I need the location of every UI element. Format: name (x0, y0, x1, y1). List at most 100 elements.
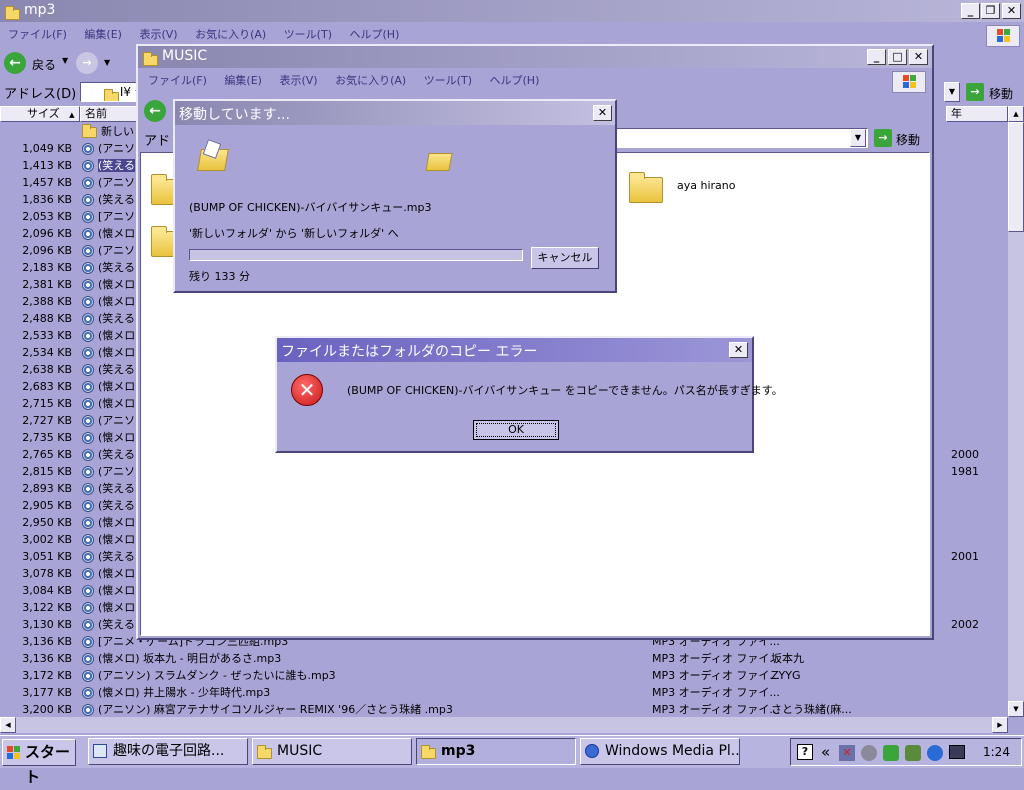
table-row[interactable]: 3,200 KB (アニソン) 麻宮アテナサイコソルジャー REMIX '96／さ… (0, 701, 1008, 718)
network-disabled-icon[interactable]: ✕ (839, 745, 855, 761)
progress-bar (189, 249, 523, 261)
row-size: 2,534 KB (22, 346, 72, 359)
shield-icon[interactable] (927, 745, 943, 761)
restore-button[interactable]: ❐ (981, 3, 1000, 19)
row-name-text: (懐メロ (98, 278, 136, 291)
chevron-down-icon[interactable]: ▼ (104, 58, 110, 67)
forward-button[interactable]: → (76, 52, 98, 74)
minimize-button[interactable]: _ (867, 49, 886, 65)
task-item-mp3[interactable]: mp3 (416, 738, 576, 765)
column-header-size[interactable]: サイズ ▲ (0, 106, 80, 122)
cancel-button[interactable]: キャンセル (531, 247, 599, 269)
vertical-scrollbar[interactable]: ▲ ▼ (1008, 106, 1024, 717)
task-item-music[interactable]: MUSIC (252, 738, 412, 765)
row-name: (懐メロ (82, 565, 135, 582)
go-button[interactable]: → 移動 (964, 81, 1022, 103)
menu-view[interactable]: 表示(V) (279, 74, 317, 87)
table-row[interactable]: 3,177 KB (懐メロ) 井上陽水 - 少年時代.mp3 MP3 オーディオ フ… (0, 684, 1008, 701)
audio-file-icon (82, 262, 94, 274)
column-header-name[interactable]: 名前 (80, 106, 140, 122)
menu-help[interactable]: ヘルプ(H) (350, 28, 400, 41)
row-name-text: (アニソン) スラムダンク - ぜったいに誰も.mp3 (98, 669, 336, 682)
chevron-down-icon: ▼ (62, 56, 69, 65)
row-name: (懐メロ (82, 276, 135, 293)
row-name-text: (笑える (98, 193, 135, 206)
audio-file-icon (82, 432, 94, 444)
scroll-right-button[interactable]: ▶ (992, 717, 1008, 733)
menu-file[interactable]: ファイル(F) (148, 74, 207, 87)
row-size: 2,488 KB (22, 312, 72, 325)
row-name: (懐メロ) 井上陽水 - 少年時代.mp3 (82, 684, 270, 701)
menu-file[interactable]: ファイル(F) (8, 28, 67, 41)
scroll-left-button[interactable]: ◀ (0, 717, 16, 733)
menu-help[interactable]: ヘルプ(H) (490, 74, 540, 87)
close-button[interactable]: ✕ (909, 49, 928, 65)
mp3-titlebar[interactable]: mp3 _ ❐ ✕ (0, 0, 1024, 22)
row-type: MP3 オーディオ ファイ... (652, 686, 780, 699)
audio-file-icon (82, 585, 94, 597)
menu-favorites[interactable]: お気に入り(A) (195, 28, 266, 41)
menu-edit[interactable]: 編集(E) (84, 28, 122, 41)
minimize-button[interactable]: _ (961, 3, 980, 19)
row-name-text: (懐メロ (98, 431, 136, 444)
menu-edit[interactable]: 編集(E) (224, 74, 262, 87)
table-row[interactable]: 3,136 KB (懐メロ) 坂本九 - 明日があるさ.mp3 MP3 オーディオ … (0, 650, 1008, 667)
back-button[interactable]: ← 戻る ▼ (4, 52, 74, 74)
start-button[interactable]: スタート (2, 739, 76, 786)
audio-file-icon (82, 398, 94, 410)
close-button[interactable]: ✕ (1002, 3, 1021, 19)
move-dialog-titlebar[interactable]: 移動しています... ✕ (175, 101, 615, 125)
row-name: (笑える (82, 548, 135, 565)
scroll-up-button[interactable]: ▲ (1008, 106, 1024, 122)
scroll-thumb[interactable] (1008, 122, 1024, 232)
ok-button[interactable]: OK (473, 420, 559, 440)
address-dropdown-button[interactable]: ▼ (944, 82, 960, 102)
task-item-media-player[interactable]: Windows Media Pl... (580, 738, 740, 765)
usb-icon[interactable] (905, 745, 921, 761)
music-address-dropdown-button[interactable]: ▼ (850, 129, 866, 147)
maximize-button[interactable]: □ (888, 49, 907, 65)
monitor-icon[interactable] (949, 745, 965, 759)
row-name-text: (笑える (98, 499, 135, 512)
row-name: (懐メロ (82, 395, 135, 412)
horizontal-scrollbar[interactable]: ◀ ▶ (0, 717, 1008, 733)
error-dialog: ファイルまたはフォルダのコピー エラー ✕ ✕ (BUMP OF CHICKEN… (275, 336, 783, 453)
folder-item-aya-hirano[interactable]: aya hirano (625, 165, 785, 205)
music-titlebar[interactable]: MUSIC _ □ ✕ (138, 46, 932, 68)
move-dialog: 移動しています... ✕ (BUMP OF CHICKEN)-バイバイサンキュー… (173, 99, 617, 293)
address-field[interactable]: I¥ 音 (80, 82, 140, 102)
row-size: 2,727 KB (22, 414, 72, 427)
back-arrow-icon[interactable]: ← (144, 100, 166, 122)
tray-expand-button[interactable]: « (821, 743, 830, 761)
row-size: 2,388 KB (22, 295, 72, 308)
row-name-text: (笑える (98, 363, 135, 376)
column-header-year[interactable]: 年 (946, 106, 1008, 122)
row-name-text: (懐メロ (98, 227, 136, 240)
audio-file-icon (82, 296, 94, 308)
volume-icon[interactable] (861, 745, 877, 761)
scroll-down-button[interactable]: ▼ (1008, 701, 1024, 717)
audio-file-icon (82, 517, 94, 529)
clock[interactable]: 1:24 (983, 745, 1010, 759)
table-row[interactable]: 3,172 KB (アニソン) スラムダンク - ぜったいに誰も.mp3 MP3 オ… (0, 667, 1008, 684)
row-name: (懐メロ (82, 225, 135, 242)
menu-view[interactable]: 表示(V) (139, 28, 177, 41)
security-icon[interactable] (883, 745, 899, 761)
row-name: (アニソ (82, 463, 135, 480)
close-button[interactable]: ✕ (593, 105, 612, 121)
menu-tools[interactable]: ツール(T) (424, 74, 472, 87)
audio-file-icon (82, 279, 94, 291)
row-name-text: (笑える (98, 159, 135, 172)
music-go-button[interactable]: → 移動 (872, 128, 930, 150)
error-dialog-titlebar[interactable]: ファイルまたはフォルダのコピー エラー ✕ (277, 338, 752, 362)
menu-tools[interactable]: ツール(T) (284, 28, 332, 41)
task-item-browser[interactable]: 趣味の電子回路... (88, 738, 248, 765)
audio-file-icon (82, 704, 94, 716)
music-title: MUSIC (162, 48, 208, 64)
row-name-text: (懐メロ (98, 567, 136, 580)
row-name: (笑える (82, 616, 135, 633)
start-label: スタート (25, 743, 71, 786)
help-icon[interactable]: ? (797, 744, 813, 760)
close-button[interactable]: ✕ (729, 342, 748, 358)
menu-favorites[interactable]: お気に入り(A) (335, 74, 406, 87)
